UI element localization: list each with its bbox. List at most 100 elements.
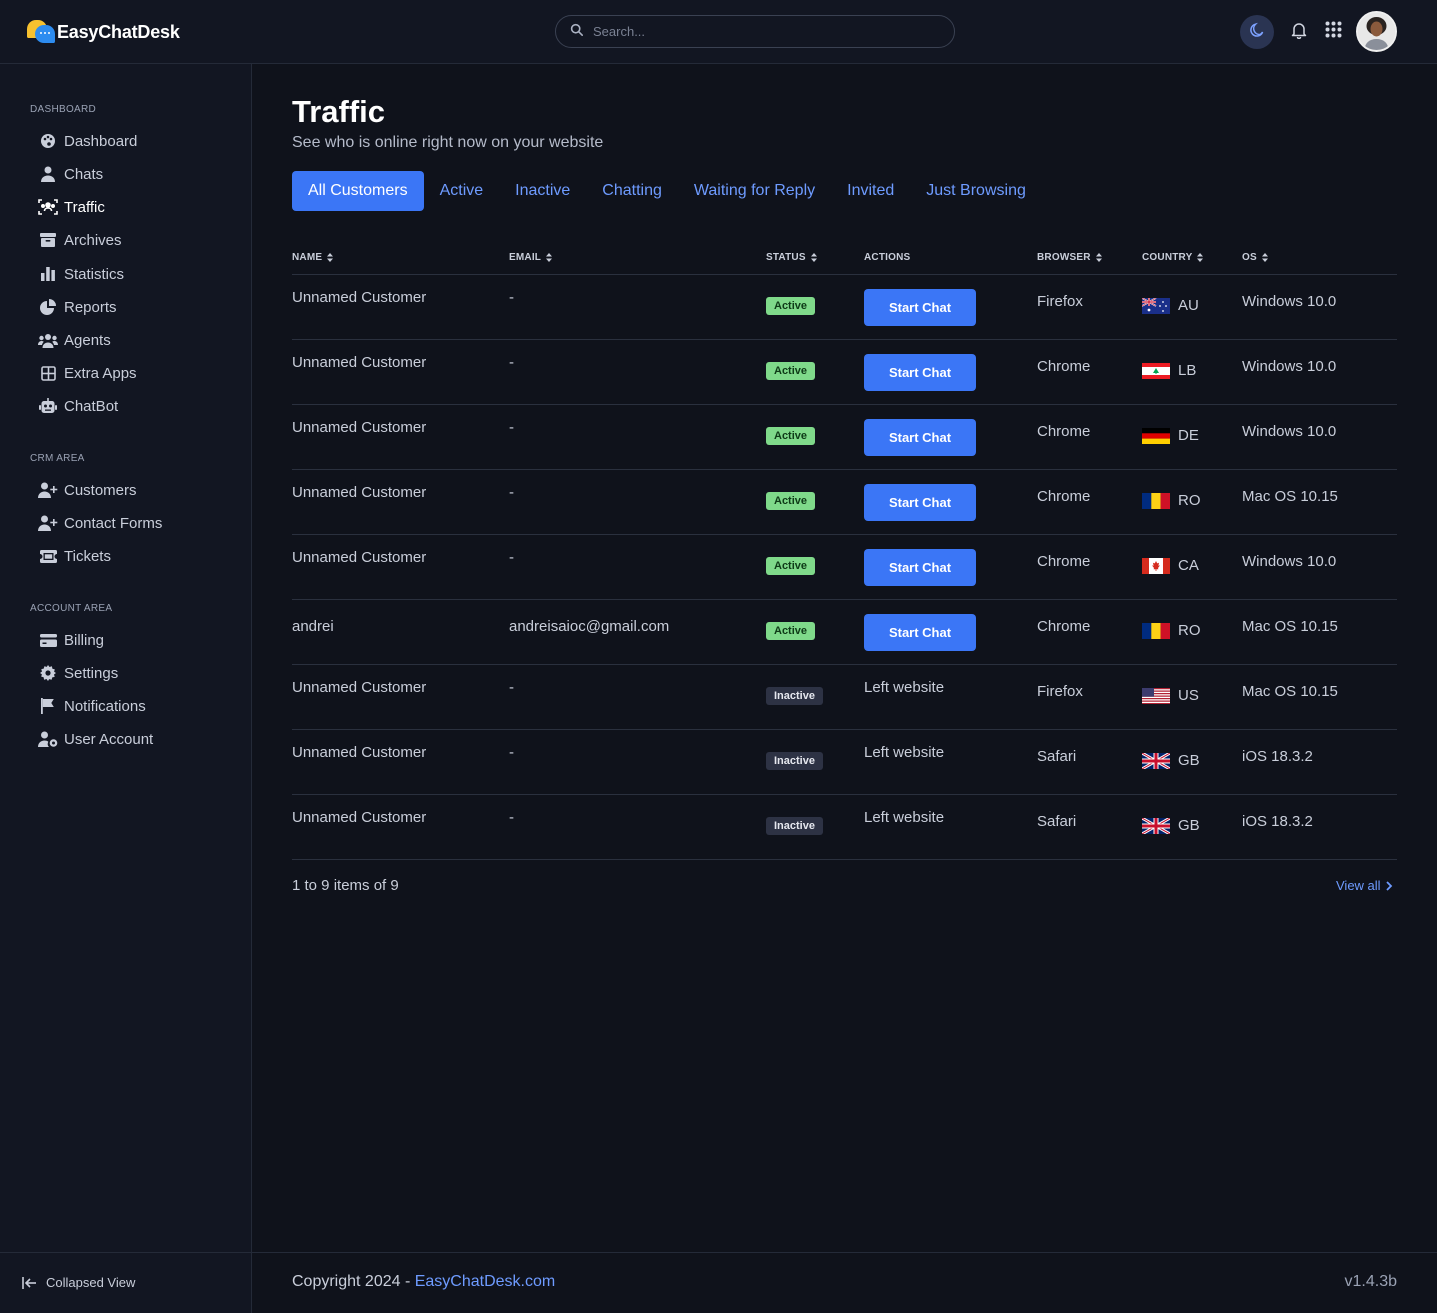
sidebar-item-label: Traffic <box>64 198 105 216</box>
user-gear-icon <box>38 730 58 748</box>
uk-flag-icon <box>1142 752 1170 769</box>
sidebar-item-billing[interactable]: Billing <box>38 629 104 651</box>
sidebar-item-label: User Account <box>64 730 154 748</box>
customer-name: Unnamed Customer <box>292 484 427 501</box>
apps-menu-button[interactable] <box>1322 21 1344 43</box>
sidebar-item-label: Dashboard <box>64 132 138 150</box>
tab-just-browsing[interactable]: Just Browsing <box>910 171 1042 211</box>
filter-tabs: All Customers Active Inactive Chatting W… <box>292 171 1042 211</box>
column-header-email[interactable]: EMAIL <box>509 252 553 263</box>
sidebar-item-statistics[interactable]: Statistics <box>38 263 124 285</box>
customer-name: Unnamed Customer <box>292 744 427 761</box>
column-header-status[interactable]: STATUS <box>766 252 817 263</box>
table-row[interactable]: Unnamed Customer - Active Start Chat Chr… <box>292 535 1397 600</box>
start-chat-button[interactable]: Start Chat <box>864 289 976 326</box>
sidebar-footer: Collapsed View <box>0 1252 251 1313</box>
brand-name: EasyChatDesk <box>57 21 180 42</box>
column-header-name[interactable]: NAME <box>292 252 334 263</box>
column-label: NAME <box>292 252 323 263</box>
sidebar-item-extra-apps[interactable]: Extra Apps <box>38 362 137 384</box>
pie-chart-icon <box>38 298 58 316</box>
sidebar-item-customers[interactable]: Customers <box>38 479 137 501</box>
dark-mode-toggle[interactable] <box>1240 15 1274 49</box>
uk-flag-icon <box>1142 817 1170 834</box>
sidebar-item-label: Statistics <box>64 265 125 283</box>
column-header-browser[interactable]: BROWSER <box>1037 252 1102 263</box>
site-link[interactable]: EasyChatDesk.com <box>415 1273 556 1290</box>
sidebar-item-notifications[interactable]: Notifications <box>38 695 146 717</box>
action-text: Left website <box>864 679 945 696</box>
start-chat-button[interactable]: Start Chat <box>864 354 976 391</box>
sidebar-item-chatbot[interactable]: ChatBot <box>38 395 118 417</box>
gear-icon <box>38 664 58 682</box>
country: DE <box>1142 427 1199 444</box>
sidebar-item-archives[interactable]: Archives <box>38 229 122 251</box>
start-chat-button[interactable]: Start Chat <box>864 614 976 651</box>
sidebar-item-settings[interactable]: Settings <box>38 662 118 684</box>
table-row[interactable]: Unnamed Customer - Inactive Left website… <box>292 730 1397 795</box>
search-input[interactable] <box>593 24 933 39</box>
start-chat-button[interactable]: Start Chat <box>864 419 976 456</box>
tab-all-customers[interactable]: All Customers <box>292 171 424 211</box>
user-avatar[interactable] <box>1356 11 1397 52</box>
start-chat-button[interactable]: Start Chat <box>864 484 976 521</box>
column-header-os[interactable]: OS <box>1242 252 1268 263</box>
bar-chart-icon <box>38 265 58 283</box>
customer-name: Unnamed Customer <box>292 809 427 826</box>
os-name: Windows 10.0 <box>1242 293 1337 310</box>
brand[interactable]: EasyChatDesk <box>27 18 180 46</box>
sidebar-item-reports[interactable]: Reports <box>38 296 117 318</box>
table-row[interactable]: Unnamed Customer - Active Start Chat Chr… <box>292 470 1397 535</box>
table-row[interactable]: Unnamed Customer - Active Start Chat Chr… <box>292 340 1397 405</box>
start-chat-button[interactable]: Start Chat <box>864 549 976 586</box>
customer-name: Unnamed Customer <box>292 549 427 566</box>
notifications-button[interactable] <box>1288 21 1310 43</box>
tab-waiting-for-reply[interactable]: Waiting for Reply <box>678 171 831 211</box>
browser-name: Chrome <box>1037 618 1091 635</box>
tab-chatting[interactable]: Chatting <box>586 171 678 211</box>
canada-flag-icon <box>1142 557 1170 574</box>
country: RO <box>1142 622 1201 639</box>
table-row[interactable]: Unnamed Customer - Inactive Left website… <box>292 665 1397 730</box>
archive-icon <box>38 231 58 249</box>
sidebar-item-agents[interactable]: Agents <box>38 329 111 351</box>
tab-invited[interactable]: Invited <box>831 171 910 211</box>
country-code: AU <box>1178 297 1199 314</box>
apps-grid-icon <box>1325 21 1342 43</box>
sidebar-item-dashboard[interactable]: Dashboard <box>38 130 137 152</box>
bell-icon <box>1290 21 1308 44</box>
romania-flag-icon <box>1142 492 1170 509</box>
column-header-country[interactable]: COUNTRY <box>1142 252 1204 263</box>
country: CA <box>1142 557 1199 574</box>
user-plus-icon <box>38 514 58 532</box>
flag-icon <box>38 697 58 715</box>
sidebar-item-contact-forms[interactable]: Contact Forms <box>38 512 162 534</box>
table-row[interactable]: andrei andreisaioc@gmail.com Active Star… <box>292 600 1397 665</box>
table-row[interactable]: Unnamed Customer - Active Start Chat Chr… <box>292 405 1397 470</box>
sidebar-item-traffic[interactable]: Traffic <box>38 196 105 218</box>
country: GB <box>1142 752 1200 769</box>
status-badge: Inactive <box>766 687 823 705</box>
sidebar-item-chats[interactable]: Chats <box>38 163 103 185</box>
customer-name: Unnamed Customer <box>292 419 427 436</box>
tab-active[interactable]: Active <box>424 171 500 211</box>
customer-email: andreisaioc@gmail.com <box>509 618 670 635</box>
column-label: OS <box>1242 252 1257 263</box>
sidebar-item-tickets[interactable]: Tickets <box>38 545 111 567</box>
view-all-link[interactable]: View all <box>1336 878 1393 893</box>
chat-bubbles-logo-icon <box>27 19 55 45</box>
country-code: DE <box>1178 427 1199 444</box>
sidebar-item-user-account[interactable]: User Account <box>38 728 153 750</box>
column-label: EMAIL <box>509 252 542 263</box>
country-code: LB <box>1178 362 1197 379</box>
browser-name: Chrome <box>1037 553 1091 570</box>
search-box[interactable] <box>555 15 955 48</box>
germany-flag-icon <box>1142 427 1170 444</box>
customer-email: - <box>509 744 514 761</box>
table-row[interactable]: Unnamed Customer - Active Start Chat Fir… <box>292 275 1397 340</box>
table-row[interactable]: Unnamed Customer - Inactive Left website… <box>292 795 1397 860</box>
sidebar-item-label: Customers <box>64 481 137 499</box>
collapse-sidebar-button[interactable]: Collapsed View <box>22 1275 135 1290</box>
sidebar-item-label: Contact Forms <box>64 514 163 532</box>
tab-inactive[interactable]: Inactive <box>499 171 586 211</box>
